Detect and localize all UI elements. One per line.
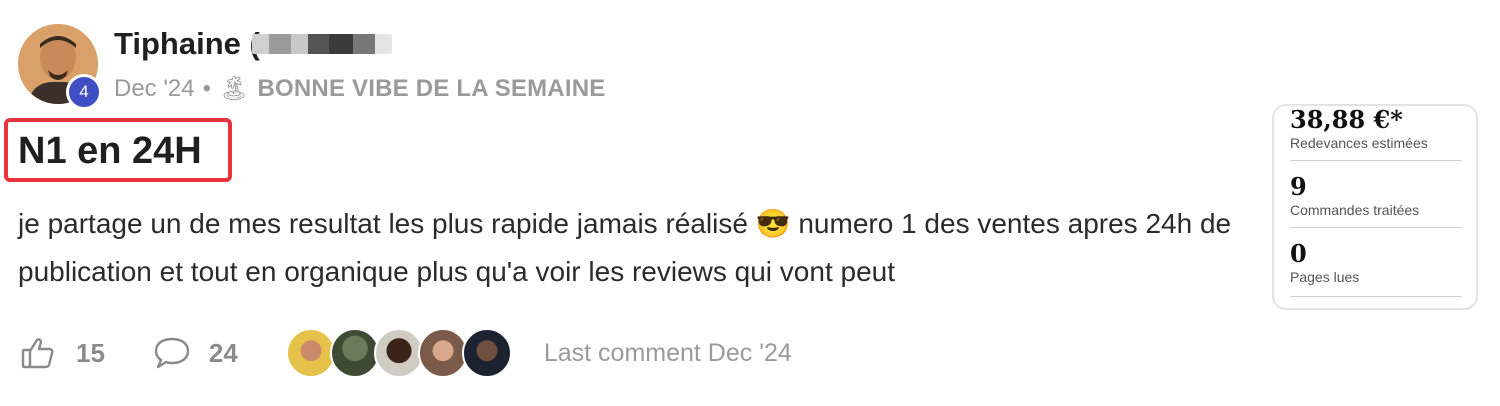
- post-meta: Dec '24 • 🏝 BONNE VIBE DE LA SEMAINE: [114, 74, 605, 103]
- comment-count: 24: [208, 337, 238, 368]
- commenter-avatar[interactable]: [285, 328, 336, 378]
- stat-label: Pages lues: [1290, 269, 1360, 285]
- post-date: Dec '24: [114, 74, 195, 102]
- author-avatar-group[interactable]: 4: [18, 24, 102, 110]
- stat-value: 38,88 €*: [1290, 105, 1403, 134]
- island-icon: 🏝: [219, 75, 250, 102]
- redacted-name-blur: [252, 34, 392, 54]
- stat-royalties: 38,88 €* Redevances estimées: [1290, 106, 1462, 161]
- commenter-avatars[interactable]: [285, 328, 512, 378]
- commenter-avatar[interactable]: [373, 328, 424, 378]
- like-count: 15: [76, 337, 105, 368]
- thumbs-up-icon[interactable]: [20, 335, 56, 371]
- stat-pages: 0 Pages lues: [1290, 240, 1462, 297]
- post-footer: 15 24 Last comment Dec '24: [20, 326, 792, 380]
- commenter-avatar[interactable]: [417, 328, 468, 378]
- commenter-avatar[interactable]: [329, 328, 380, 378]
- category-link[interactable]: BONNE VIBE DE LA SEMAINE: [258, 75, 606, 103]
- meta-separator: •: [202, 74, 212, 102]
- author-name[interactable]: Tiphaine (: [114, 26, 260, 62]
- stat-label: Commandes traitées: [1290, 202, 1420, 218]
- stat-value: 9: [1290, 172, 1307, 201]
- stat-label: Redevances estimées: [1290, 135, 1428, 151]
- comment-icon[interactable]: [153, 335, 191, 371]
- stat-value: 0: [1290, 239, 1307, 268]
- post-title[interactable]: N1 en 24H: [18, 130, 202, 173]
- level-badge: 4: [66, 74, 102, 110]
- commenter-avatar[interactable]: [461, 328, 512, 378]
- last-comment-text[interactable]: Last comment Dec '24: [544, 339, 792, 368]
- stat-orders: 9 Commandes traitées: [1290, 173, 1462, 228]
- post-body: je partage un de mes resultat les plus r…: [18, 208, 1232, 287]
- royalties-stats-card: 38,88 €* Redevances estimées 9 Commandes…: [1272, 104, 1478, 310]
